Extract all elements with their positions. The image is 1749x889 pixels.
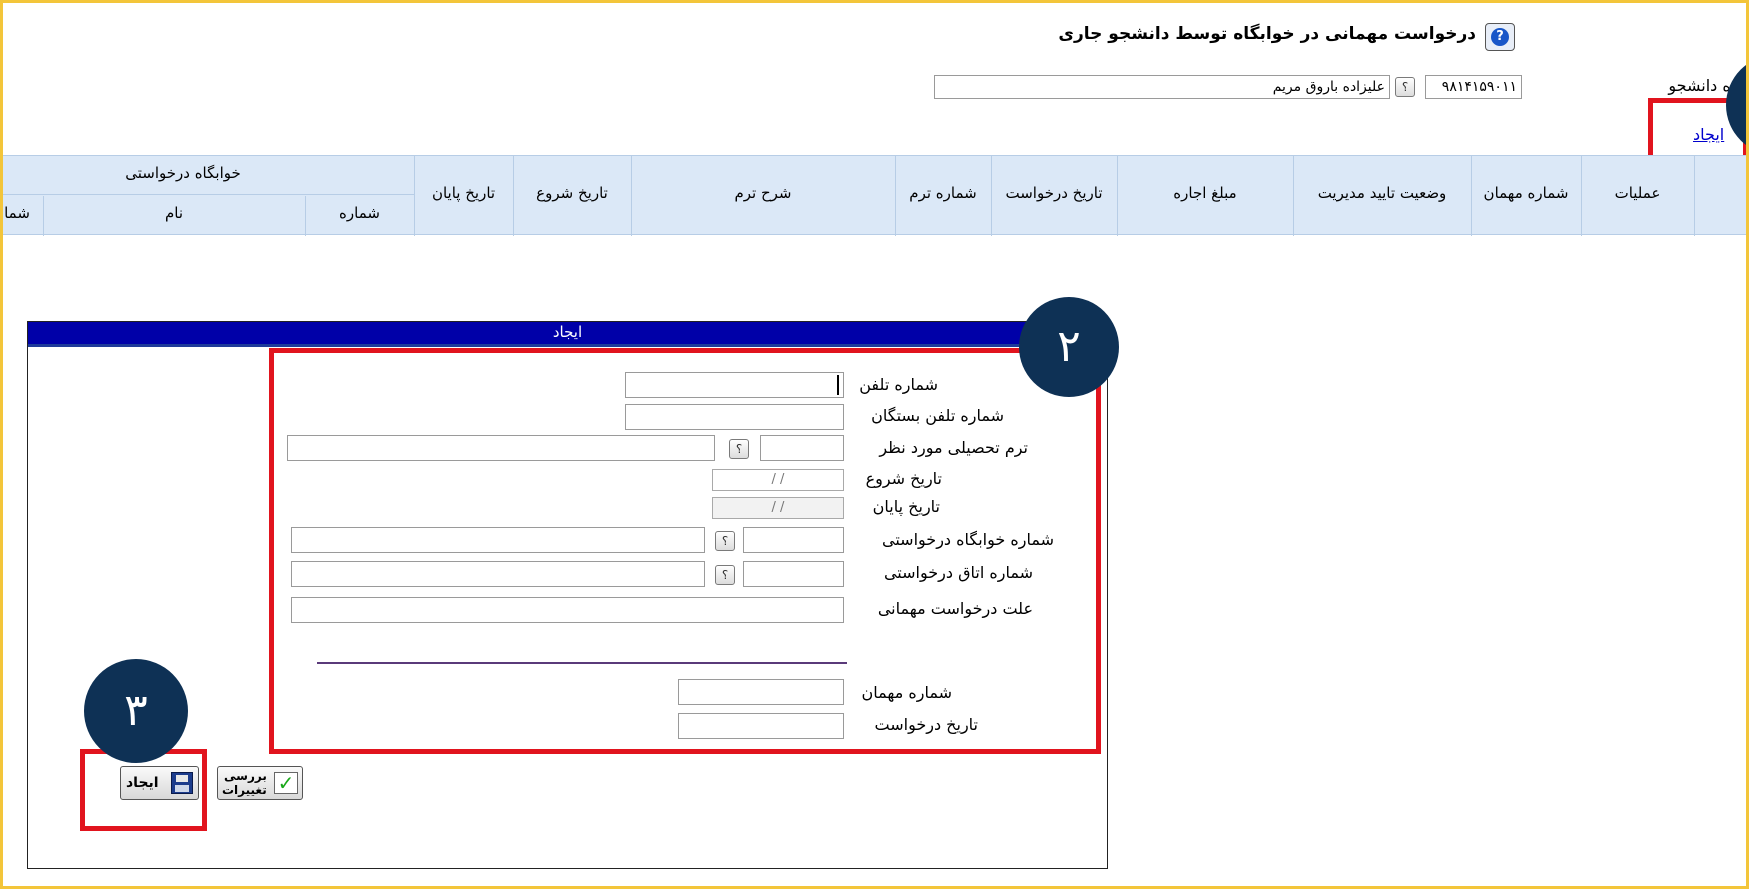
annotation-box-2 (269, 348, 1101, 754)
column-header-start-date[interactable]: تاریخ شروع (513, 184, 631, 202)
check-icon: ✓ (274, 772, 298, 794)
column-header-guest-number[interactable]: شماره مهمان (1471, 184, 1581, 202)
page-frame: ? درخواست مهمانی در خوابگاه توسط دانشجو … (3, 3, 1746, 886)
column-header-requested-dorm: خوابگاه درخواستی (125, 164, 241, 182)
column-header-approval-status[interactable]: وضعیت تایید مدیریت (1293, 184, 1471, 202)
form-title-bar: ایجاد (28, 322, 1107, 347)
column-header-end-date[interactable]: تاریخ پایان (414, 184, 513, 202)
column-header-term-description[interactable]: شرح ترم (631, 184, 895, 202)
column-header-term-number[interactable]: شماره ترم (895, 184, 991, 202)
student-lookup-button[interactable]: ؟ (1395, 77, 1415, 97)
annotation-badge-3: ۳ (84, 659, 188, 763)
help-icon[interactable]: ? (1485, 23, 1515, 51)
column-header-dorm-extra[interactable]: شما (3, 204, 37, 222)
column-header-rent-amount[interactable]: مبلغ اجاره (1117, 184, 1293, 202)
page-title: درخواست مهمانی در خوابگاه توسط دانشجو جا… (1058, 24, 1476, 44)
student-name-field: علیزاده باروق مریم (934, 75, 1390, 99)
column-header-request-date[interactable]: تاریخ درخواست (991, 184, 1117, 202)
column-header-dorm-number[interactable]: شماره (305, 204, 414, 222)
column-header-actions[interactable]: عملیات (1581, 184, 1694, 202)
table-header: عملیات شماره مهمان وضعیت تایید مدیریت مب… (3, 155, 1746, 236)
review-label-line2: تغییرات (222, 783, 267, 797)
review-label-line1: بررسی (224, 769, 267, 783)
column-header-dorm-name[interactable]: نام (43, 204, 305, 222)
review-changes-button[interactable]: ✓ بررسی تغییرات (217, 766, 303, 800)
annotation-badge-2: ۲ (1019, 297, 1119, 397)
form-title: ایجاد (552, 323, 583, 341)
student-number-field[interactable]: ۹۸۱۴۱۵۹۰۱۱ (1425, 75, 1522, 99)
